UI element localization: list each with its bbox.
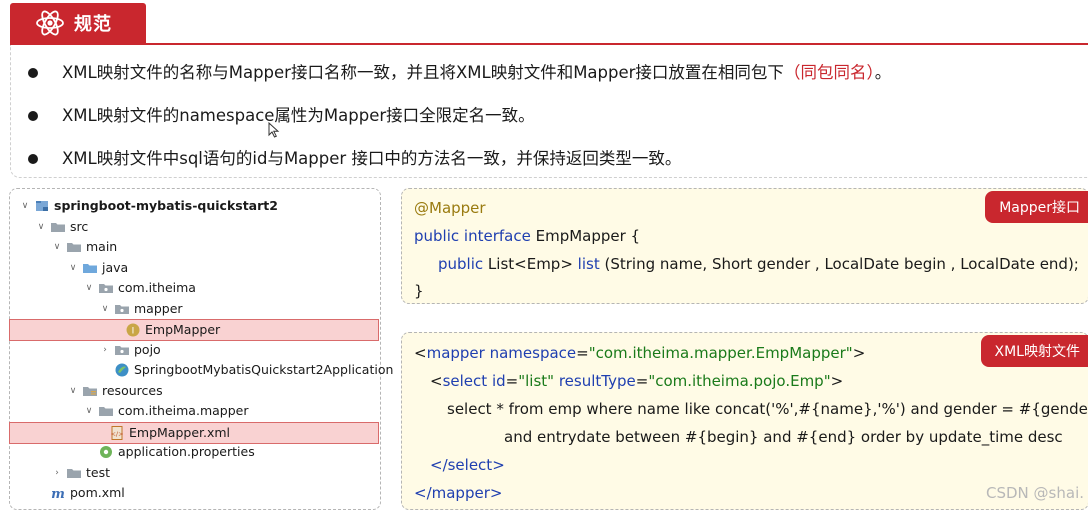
code-line: }: [414, 282, 424, 300]
rules-box: XML映射文件的名称与Mapper接口名称一致，并且将XML映射文件和Mappe…: [10, 45, 1088, 178]
xml-mapper-badge: XML映射文件: [980, 335, 1088, 367]
package-icon: [99, 284, 113, 293]
tree-item-empmapper-xml[interactable]: </> EmpMapper.xml: [9, 422, 379, 444]
chevron-down-icon[interactable]: ∨: [34, 217, 48, 237]
code-line: select * from emp where name like concat…: [447, 400, 1088, 418]
atom-icon: [36, 10, 64, 36]
code-line: @Mapper: [414, 199, 486, 217]
chevron-down-icon[interactable]: ∨: [82, 278, 96, 298]
resources-folder-icon: [83, 387, 97, 396]
code-line: <select id="list" resultType="com.itheim…: [430, 372, 844, 390]
tree-item-main[interactable]: ∨ main: [50, 237, 118, 257]
section-title: 规范: [74, 14, 112, 35]
tree-item-test[interactable]: › test: [50, 463, 110, 483]
spring-class-icon: [115, 363, 129, 377]
chevron-down-icon[interactable]: ∨: [98, 299, 112, 319]
code-line: <mapper namespace="com.itheima.mapper.Em…: [414, 344, 866, 362]
tree-item-com-itheima[interactable]: ∨ com.itheima: [82, 278, 196, 298]
tree-item-java[interactable]: ∨ java: [66, 258, 129, 278]
svg-text:</>: </>: [110, 430, 123, 438]
xml-mapper-code-panel: XML映射文件 <mapper namespace="com.itheima.m…: [401, 332, 1088, 510]
bullet-icon: [28, 67, 38, 78]
code-line: public interface EmpMapper {: [414, 227, 641, 245]
chevron-down-icon[interactable]: ∨: [82, 401, 96, 421]
tree-item-project[interactable]: ∨ springboot-mybatis-quickstart2: [18, 196, 278, 216]
tree-item-src[interactable]: ∨ src: [34, 217, 89, 237]
tree-item-mapper[interactable]: ∨ mapper: [98, 299, 183, 319]
tree-item-empmapper[interactable]: I EmpMapper: [9, 319, 379, 341]
chevron-down-icon[interactable]: ∨: [66, 381, 80, 401]
rule-item: XML映射文件的namespace属性为Mapper接口全限定名一致。: [28, 102, 535, 126]
properties-icon: [100, 446, 112, 458]
maven-icon: m: [51, 487, 65, 501]
rule-item: XML映射文件的名称与Mapper接口名称一致，并且将XML映射文件和Mappe…: [28, 59, 891, 83]
chevron-right-icon[interactable]: ›: [50, 463, 64, 483]
code-line: and entrydate between #{begin} and #{end…: [504, 428, 1063, 446]
tree-item-resources[interactable]: ∨ resources: [66, 381, 163, 401]
source-folder-icon: [83, 264, 97, 273]
rule-item: XML映射文件中sql语句的id与Mapper 接口中的方法名一致，并保持返回类…: [28, 145, 681, 169]
bullet-icon: [28, 110, 38, 121]
bullet-icon: [28, 153, 38, 164]
xml-file-icon: </>: [110, 426, 124, 440]
package-icon: [115, 346, 129, 355]
code-line: public List<Emp> list (String name, Shor…: [438, 255, 1079, 273]
project-file-tree: ∨ springboot-mybatis-quickstart2 ∨ src ∨…: [9, 188, 393, 510]
interface-icon: I: [126, 323, 140, 337]
package-icon: [115, 305, 129, 314]
project-icon: [36, 201, 48, 211]
tree-item-pom[interactable]: m pom.xml: [34, 483, 125, 503]
folder-icon: [99, 407, 113, 416]
chevron-down-icon[interactable]: ∨: [18, 196, 32, 216]
svg-text:m: m: [51, 487, 65, 501]
chevron-down-icon[interactable]: ∨: [50, 237, 64, 257]
chevron-right-icon[interactable]: ›: [98, 340, 112, 360]
tree-item-com-itheima-mapper[interactable]: ∨ com.itheima.mapper: [82, 401, 249, 421]
tree-item-pojo[interactable]: › pojo: [98, 340, 161, 360]
code-line: </mapper>: [414, 484, 503, 502]
tree-item-application-class[interactable]: SpringbootMybatisQuickstart2Application: [98, 360, 393, 380]
svg-text:I: I: [132, 327, 135, 337]
tree-item-application-properties[interactable]: application.properties: [82, 442, 255, 462]
rule-emphasis: （同包同名）: [783, 63, 875, 82]
folder-icon: [67, 469, 81, 478]
chevron-down-icon[interactable]: ∨: [66, 258, 80, 278]
folder-icon: [67, 243, 81, 252]
section-header-tab: 规范: [10, 3, 146, 43]
mouse-cursor-icon: [268, 122, 280, 138]
folder-icon: [51, 223, 65, 232]
code-line: </select>: [430, 456, 505, 474]
mapper-interface-badge: Mapper接口: [985, 191, 1088, 223]
watermark: CSDN @shai.: [986, 484, 1084, 502]
mapper-interface-code-panel: Mapper接口 @Mapper public interface EmpMap…: [401, 188, 1088, 304]
